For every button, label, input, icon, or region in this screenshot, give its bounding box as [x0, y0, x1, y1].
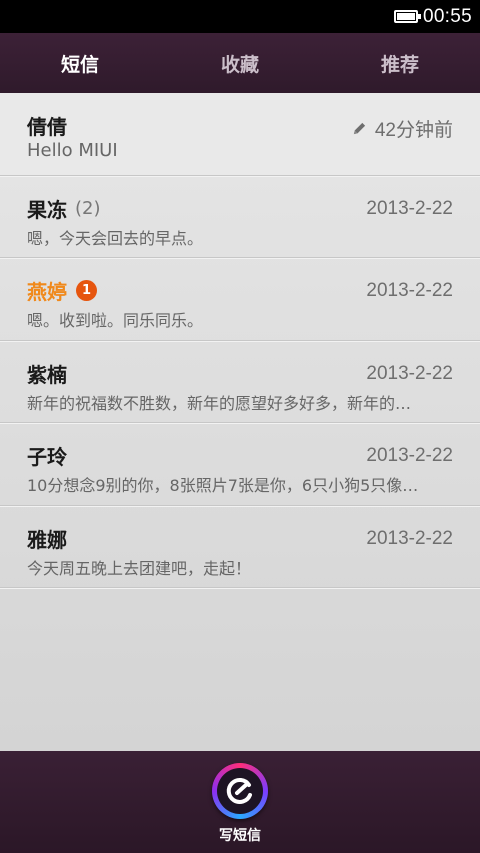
contact-name: 雅娜 — [27, 527, 67, 552]
bottom-bar: 写短信 — [0, 751, 480, 853]
message-time: 2013-2-22 — [366, 197, 453, 219]
conversation-list: 倩倩 42分钟前 Hello MIUI 果冻 (2) 2013-2-22 嗯，今… — [0, 93, 480, 751]
tab-recommend[interactable]: 推荐 — [320, 33, 480, 93]
message-count: (2) — [75, 197, 101, 219]
status-time: 00:55 — [422, 5, 472, 27]
message-preview: 嗯，今天会回去的早点。 — [27, 228, 204, 248]
contact-name: 子玲 — [27, 445, 67, 469]
contact-name: 紫楠 — [27, 362, 67, 387]
message-time: 2013-2-22 — [366, 445, 453, 466]
message-preview: 新年的祝福数不胜数，新年的愿望好多好多，新年的… — [27, 393, 412, 413]
message-time: 2013-2-22 — [366, 362, 453, 384]
conversation-row[interactable]: 雅娜 2013-2-22 今天周五晚上去团建吧，走起！ — [0, 506, 480, 588]
conversation-row[interactable]: 果冻 (2) 2013-2-22 嗯，今天会回去的早点。 — [0, 176, 480, 258]
battery-full-icon — [393, 10, 421, 23]
message-time: 2013-2-22 — [366, 280, 453, 301]
message-preview: Hello MIUI — [27, 140, 118, 161]
conversation-row[interactable]: 倩倩 42分钟前 Hello MIUI — [0, 93, 480, 176]
message-preview: 今天周五晚上去团建吧，走起！ — [27, 558, 252, 578]
message-preview: 嗯。收到啦。同乐同乐。 — [27, 311, 204, 330]
contact-name: 倩倩 — [27, 115, 67, 139]
tab-sms[interactable]: 短信 — [0, 33, 160, 93]
conversation-row[interactable]: 紫楠 2013-2-22 新年的祝福数不胜数，新年的愿望好多好多，新年的… — [0, 341, 480, 423]
message-preview: 10分想念9别的你，8张照片7张是你，6只小狗5只像… — [27, 476, 419, 495]
unread-badge: 1 — [76, 280, 97, 301]
conversation-row[interactable]: 燕婷 1 2013-2-22 嗯。收到啦。同乐同乐。 — [0, 258, 480, 341]
compose-button[interactable] — [212, 763, 268, 819]
status-bar: 00:55 — [0, 0, 480, 33]
tab-favorites[interactable]: 收藏 — [160, 33, 320, 93]
message-time: 42分钟前 — [352, 115, 453, 142]
conversation-row[interactable]: 子玲 2013-2-22 10分想念9别的你，8张照片7张是你，6只小狗5只像… — [0, 423, 480, 506]
contact-name: 燕婷 1 — [27, 276, 97, 305]
message-time: 2013-2-22 — [366, 527, 453, 549]
compose-message-icon — [217, 768, 263, 814]
tab-bar: 短信 收藏 推荐 — [0, 33, 480, 93]
contact-name: 果冻 (2) — [27, 197, 101, 222]
pencil-icon — [352, 121, 367, 136]
compose-label: 写短信 — [219, 828, 261, 844]
